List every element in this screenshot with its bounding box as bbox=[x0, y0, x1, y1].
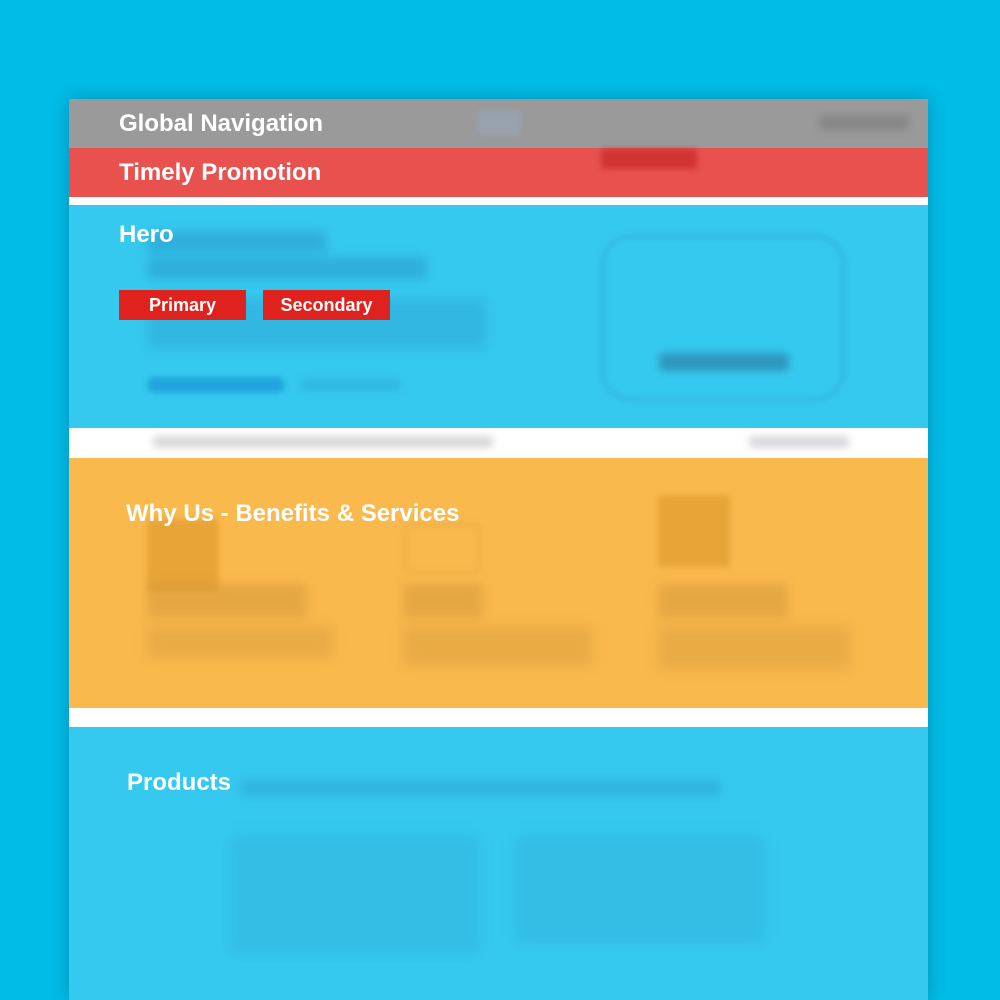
blurred-promo-button bbox=[601, 149, 697, 169]
blurred-benefit-text bbox=[658, 626, 850, 670]
why-us-label: Why Us - Benefits & Services bbox=[126, 500, 460, 527]
products-band bbox=[69, 727, 928, 1000]
blurred-nav-icons bbox=[819, 115, 909, 131]
blurred-hero-title bbox=[147, 257, 427, 279]
blurred-subnav-contact bbox=[749, 436, 849, 448]
primary-button[interactable]: Primary bbox=[119, 290, 246, 320]
products-label: Products bbox=[127, 769, 232, 796]
blurred-hero-cta bbox=[147, 377, 285, 393]
blurred-device-ports bbox=[659, 353, 789, 371]
secondary-button[interactable]: Secondary bbox=[263, 290, 390, 320]
blurred-benefit-title bbox=[403, 584, 483, 618]
divider bbox=[69, 708, 928, 727]
blurred-product-card bbox=[229, 835, 479, 955]
hero-label: Hero bbox=[119, 221, 174, 248]
page-wireframe: Global Navigation Timely Promotion Hero … bbox=[69, 99, 928, 1000]
blurred-benefit-text bbox=[147, 626, 333, 658]
blurred-product-card bbox=[515, 835, 765, 945]
blurred-benefit-text bbox=[403, 626, 593, 666]
blurred-hero-title bbox=[147, 231, 327, 253]
blurred-hero-link bbox=[301, 379, 401, 391]
blurred-benefit-title bbox=[147, 584, 307, 618]
blurred-benefit-title bbox=[658, 584, 788, 618]
blurred-benefit-icon bbox=[658, 495, 730, 567]
blurred-subnav-links bbox=[153, 436, 493, 448]
divider bbox=[69, 197, 928, 205]
blurred-benefit-icon bbox=[404, 524, 480, 573]
blurred-products-heading bbox=[241, 779, 721, 797]
global-navigation-label: Global Navigation bbox=[119, 110, 324, 137]
blurred-logo bbox=[477, 111, 521, 135]
timely-promotion-label: Timely Promotion bbox=[119, 159, 322, 186]
blurred-access-point-image bbox=[601, 235, 845, 401]
blurred-benefit-icon bbox=[147, 519, 219, 591]
